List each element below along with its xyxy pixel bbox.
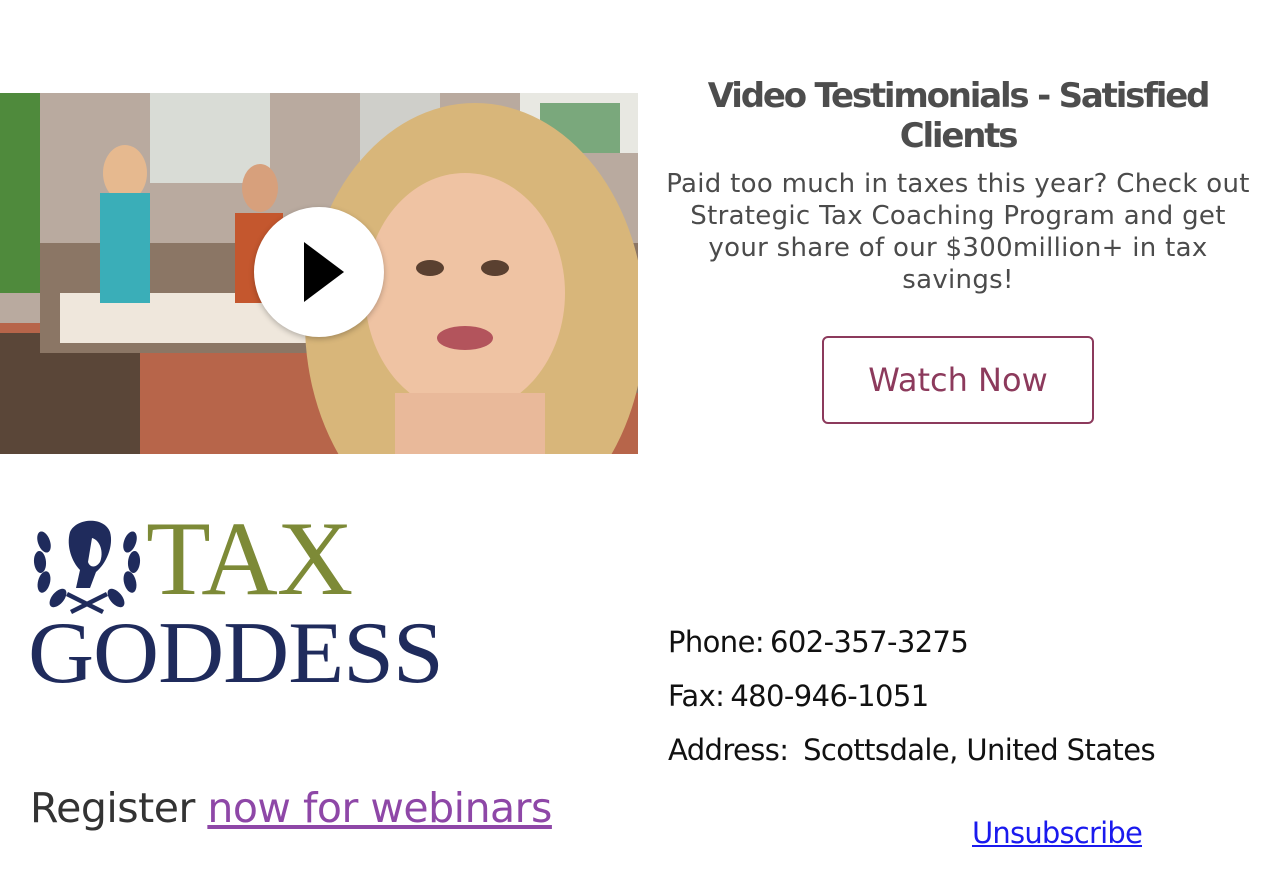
play-button[interactable] (254, 207, 384, 337)
fax-value: 480-946-1051 (730, 679, 929, 713)
watch-now-button[interactable]: Watch Now (822, 336, 1094, 424)
phone-label: Phone: (668, 625, 765, 659)
intro-text: Paid too much in taxes this year? Check … (666, 169, 1250, 295)
tax-goddess-logo: TAX GODDESS (28, 506, 478, 702)
phone-line: Phone: 602-357-3275 (668, 625, 969, 659)
unsubscribe-link[interactable]: Unsubscribe (972, 816, 1143, 850)
section-heading: Video Testimonials - Satisfied Clients (707, 76, 1211, 156)
video-thumbnail[interactable] (0, 93, 638, 454)
register-line: Register now for webinars (30, 784, 552, 832)
webinars-link[interactable]: now for webinars (207, 784, 552, 832)
goddess-emblem-icon (33, 520, 141, 614)
address-city: Scottsdale, (803, 733, 958, 767)
address-line: Address: Scottsdale, United States (668, 733, 1156, 767)
logo-word-tax: TAX (146, 500, 353, 617)
address-label: Address: (668, 733, 789, 767)
fax-label: Fax: (668, 679, 725, 713)
logo-word-goddess: GODDESS (28, 605, 444, 702)
register-prefix: Register (30, 784, 195, 832)
fax-line: Fax: 480-946-1051 (668, 679, 929, 713)
address-country: United States (966, 733, 1155, 767)
phone-value: 602-357-3275 (770, 625, 969, 659)
play-icon (304, 242, 344, 302)
